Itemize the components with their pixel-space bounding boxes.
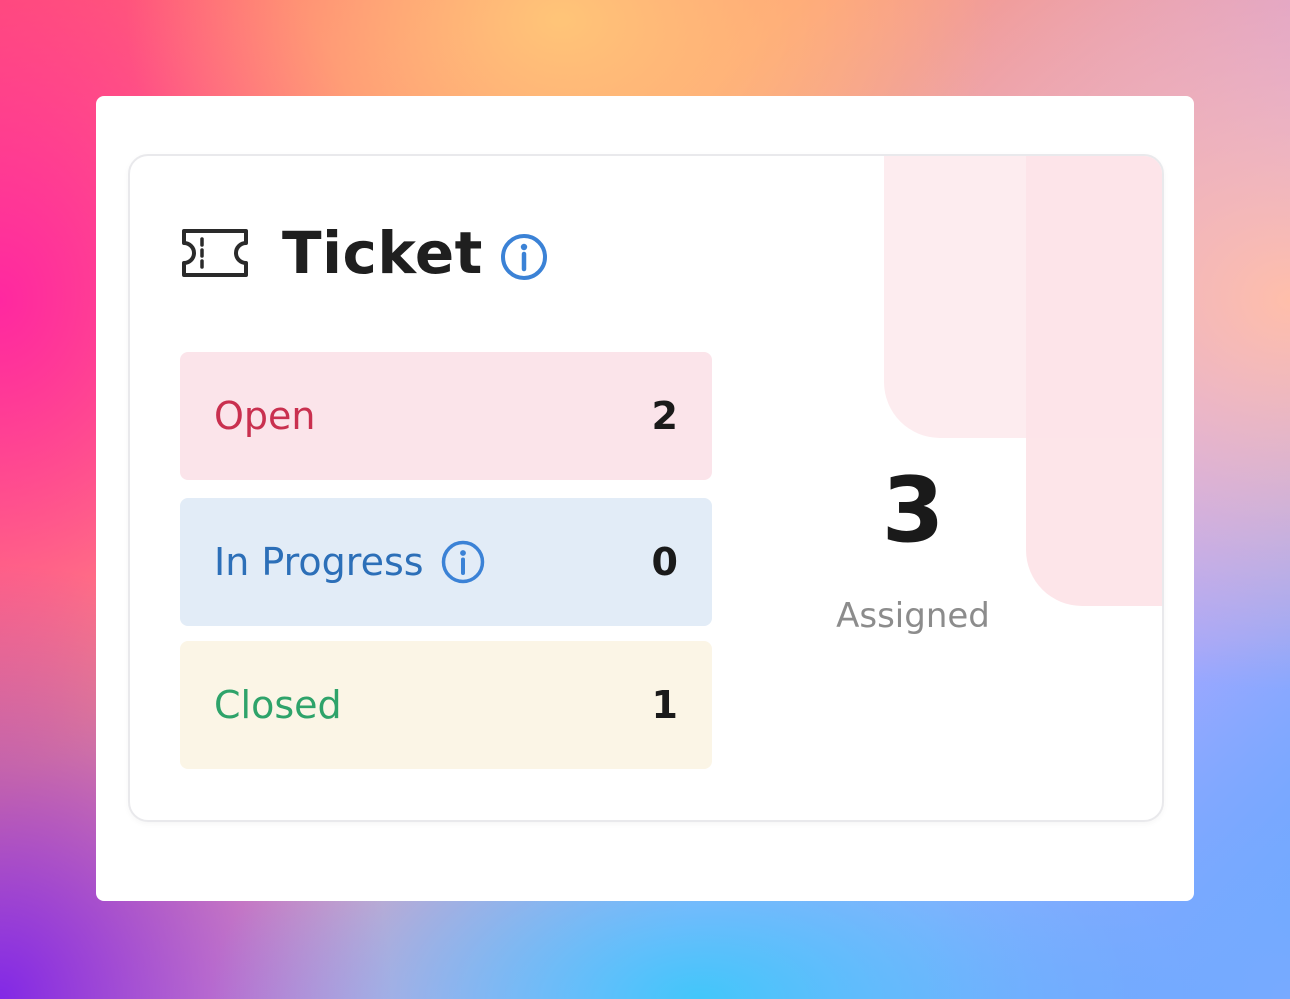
info-icon[interactable] [440, 539, 486, 585]
panel: Ticket Open 2 In Progress 0 Closed 1 3 A… [96, 96, 1194, 901]
status-row-in-progress[interactable]: In Progress 0 [180, 498, 712, 626]
status-count: 0 [651, 540, 678, 584]
info-icon[interactable] [499, 232, 549, 282]
status-row-closed[interactable]: Closed 1 [180, 641, 712, 769]
card-header: Ticket [180, 218, 549, 288]
ticket-icon [182, 229, 248, 277]
status-count: 2 [651, 394, 678, 438]
assigned-count: 3 [881, 458, 945, 563]
status-count: 1 [651, 683, 678, 727]
decorative-shape [1026, 156, 1162, 606]
assigned-label: Assigned [836, 596, 990, 636]
ticket-card: Ticket Open 2 In Progress 0 Closed 1 3 A… [128, 154, 1164, 822]
assigned-summary[interactable]: 3 Assigned [798, 458, 1028, 637]
status-row-open[interactable]: Open 2 [180, 352, 712, 480]
status-label: Open [214, 394, 316, 438]
status-label: In Progress [214, 540, 424, 584]
card-title: Ticket [282, 219, 483, 287]
status-label: Closed [214, 683, 342, 727]
